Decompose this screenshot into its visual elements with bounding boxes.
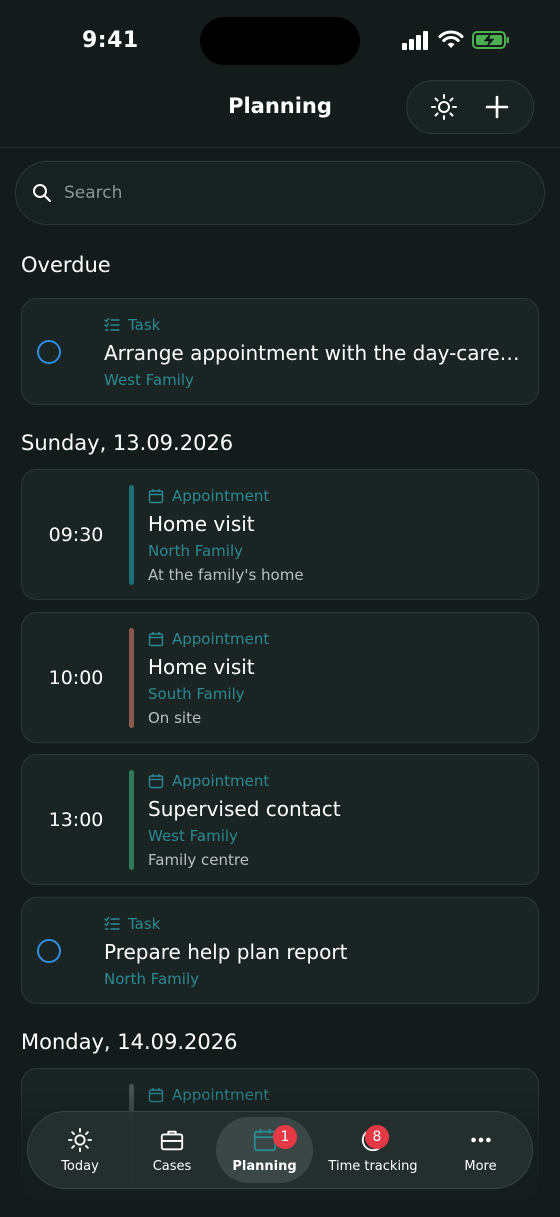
add-button[interactable] <box>475 85 519 129</box>
calendar-icon <box>148 632 164 647</box>
tab-today[interactable]: Today <box>32 1117 128 1183</box>
notification-badge: 1 <box>273 1125 297 1149</box>
sun-icon <box>67 1127 93 1152</box>
status-bar: 9:41 <box>0 0 560 82</box>
section-title-overdue: Overdue <box>21 253 111 277</box>
status-time: 9:41 <box>82 28 139 53</box>
item-title: Prepare help plan report <box>104 940 348 964</box>
checklist-icon <box>104 916 120 930</box>
battery-charging-icon <box>472 31 509 49</box>
item-family: West Family <box>148 827 238 845</box>
appointment-color-bar <box>129 485 134 585</box>
item-type-label: Appointment <box>172 630 270 648</box>
section-title-monday: Monday, 14.09.2026 <box>21 1030 238 1054</box>
search-input[interactable] <box>64 183 504 203</box>
notification-badge: 8 <box>365 1125 389 1149</box>
item-family: North Family <box>104 970 199 988</box>
checklist-icon <box>104 317 120 331</box>
appointment-card[interactable]: 10:00 Appointment Home visit South Famil… <box>21 612 539 743</box>
item-title: Supervised contact <box>148 797 341 821</box>
tab-bar: Today Cases Planning 1 Time tracking 8 M… <box>27 1111 533 1189</box>
item-family: West Family <box>104 371 194 389</box>
tab-cases[interactable]: Cases <box>128 1117 216 1183</box>
signal-icon <box>402 31 428 50</box>
dynamic-island <box>200 17 360 65</box>
header-actions <box>406 80 534 134</box>
task-card[interactable]: Task Prepare help plan report North Fami… <box>21 897 539 1004</box>
sun-icon <box>430 94 457 120</box>
item-location: At the family's home <box>148 566 304 584</box>
tab-more[interactable]: More <box>433 1117 528 1183</box>
item-type-label: Task <box>128 316 161 334</box>
task-complete-radio[interactable] <box>37 340 61 364</box>
status-icons <box>402 30 510 50</box>
tab-time-tracking[interactable]: Time tracking 8 <box>313 1117 433 1183</box>
calendar-icon <box>148 489 164 504</box>
item-type-label: Task <box>128 915 161 933</box>
appointment-time: 10:00 <box>48 667 104 689</box>
item-type-label: Appointment <box>172 487 270 505</box>
tab-label: Today <box>61 1158 99 1174</box>
item-family: South Family <box>148 685 245 703</box>
appointment-time: 13:00 <box>48 809 104 831</box>
appointment-color-bar <box>129 770 134 870</box>
item-location: On site <box>148 709 202 727</box>
item-title: Home visit <box>148 512 255 536</box>
more-icon <box>470 1137 491 1142</box>
task-card[interactable]: Task Arrange appointment with the day-ca… <box>21 298 539 405</box>
item-family: North Family <box>148 542 243 560</box>
tab-planning[interactable]: Planning 1 <box>216 1117 313 1183</box>
item-title: Home visit <box>148 655 255 679</box>
brightness-button[interactable] <box>422 85 466 129</box>
tab-label: Cases <box>152 1158 192 1174</box>
tab-label: More <box>464 1158 497 1174</box>
briefcase-icon <box>160 1130 184 1150</box>
tab-label: Time tracking <box>328 1158 418 1174</box>
wifi-icon <box>438 30 464 48</box>
plus-icon <box>485 95 508 119</box>
item-title: Arrange appointment with the day-care ce… <box>104 341 524 365</box>
tab-label: Planning <box>232 1158 297 1174</box>
appointment-card[interactable]: 09:30 Appointment Home visit North Famil… <box>21 469 539 600</box>
appointment-color-bar <box>129 628 134 728</box>
calendar-icon <box>148 774 164 789</box>
appointment-time: 09:30 <box>48 524 104 546</box>
search-icon <box>33 184 51 202</box>
appointment-card[interactable]: 13:00 Appointment Supervised contact Wes… <box>21 754 539 885</box>
navigation-header: Planning <box>0 80 560 148</box>
task-complete-radio[interactable] <box>37 939 61 963</box>
search-bar <box>15 161 545 225</box>
item-location: Family centre <box>148 851 249 869</box>
section-title-sunday: Sunday, 13.09.2026 <box>21 431 234 455</box>
item-type-label: Appointment <box>172 772 270 790</box>
